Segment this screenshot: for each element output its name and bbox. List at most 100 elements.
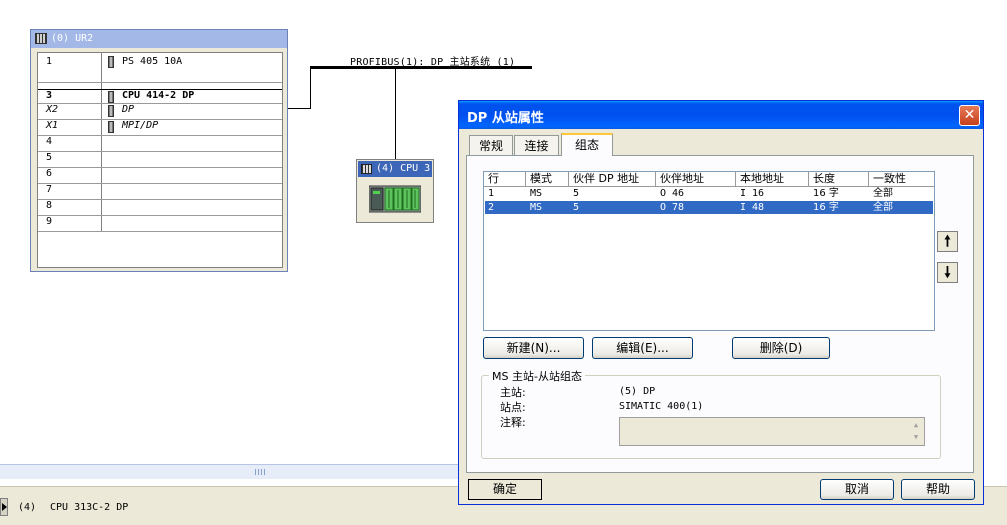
rack-slot-table[interactable]: 1 PS 405 10A 3 CPU 414-2 DP X2 DP X1 MPI/DP 4 5 6 7… bbox=[37, 52, 283, 268]
station-label: 站点: bbox=[500, 401, 526, 414]
cell-mode: MS bbox=[530, 202, 543, 213]
delete-button[interactable]: 删除(D) bbox=[732, 337, 830, 359]
slot-number: X1 bbox=[46, 120, 59, 131]
rack-slot-row[interactable]: 4 bbox=[38, 136, 282, 152]
cell-consistency: 全部 bbox=[873, 188, 893, 199]
slot-number: 6 bbox=[46, 168, 53, 179]
bus-connector-line bbox=[310, 66, 311, 109]
module-name: MPI/DP bbox=[122, 120, 159, 131]
column-divider bbox=[101, 53, 102, 82]
cell-length: 16 字 bbox=[813, 188, 839, 199]
column-divider bbox=[101, 120, 102, 135]
rack-icon bbox=[35, 33, 47, 44]
bus-connector-line bbox=[288, 108, 311, 109]
station-small-icon bbox=[361, 164, 372, 174]
cell-length: 16 字 bbox=[813, 202, 839, 213]
cell-partner-address: O 78 bbox=[660, 202, 685, 213]
rack-slot-row[interactable]: 1 PS 405 10A bbox=[38, 53, 282, 83]
move-down-button[interactable]: 🠗 bbox=[937, 262, 958, 283]
profibus-line[interactable] bbox=[310, 66, 532, 69]
scroll-down-icon[interactable]: ▼ bbox=[910, 432, 922, 443]
master-value: (5) DP bbox=[619, 386, 656, 397]
cell-partner-dp: 5 bbox=[573, 202, 580, 213]
help-button[interactable]: 帮助 bbox=[901, 479, 975, 500]
tab-configuration[interactable]: 组态 bbox=[561, 133, 613, 156]
column-header-partner-dp-address[interactable]: 伙伴 DP 地址 bbox=[569, 172, 656, 187]
slot-number: 7 bbox=[46, 184, 53, 195]
close-icon[interactable]: ✕ bbox=[959, 105, 980, 126]
detail-slot: (4) bbox=[18, 502, 37, 513]
edit-button[interactable]: 编辑(E)... bbox=[592, 337, 693, 359]
scroll-up-icon[interactable]: ▲ bbox=[910, 420, 922, 431]
slot-number: 1 bbox=[46, 56, 53, 67]
arrow-down-icon: 🠗 bbox=[944, 263, 951, 281]
rack-slot-row[interactable]: 7 bbox=[38, 184, 282, 200]
cell-local-address: I 16 bbox=[740, 188, 765, 199]
module-icon bbox=[108, 56, 114, 68]
column-divider bbox=[101, 136, 102, 151]
dp-slave-station[interactable]: (4) CPU 3 bbox=[356, 159, 434, 223]
column-divider bbox=[101, 83, 102, 89]
column-header-row[interactable]: 行 bbox=[484, 172, 526, 187]
cell-consistency: 全部 bbox=[873, 202, 893, 213]
tab-connection[interactable]: 连接 bbox=[514, 135, 559, 155]
slot-number: 5 bbox=[46, 152, 53, 163]
detail-module-name: CPU 313C-2 DP bbox=[50, 502, 129, 513]
dialog-title: DP 从站属性 bbox=[467, 111, 544, 126]
group-title: MS 主站-从站组态 bbox=[489, 368, 585, 384]
interface-icon bbox=[108, 121, 114, 133]
column-divider bbox=[101, 184, 102, 199]
rack-slot-row[interactable]: 6 bbox=[38, 168, 282, 184]
tab-general[interactable]: 常规 bbox=[469, 135, 513, 155]
cell-partner-address: O 46 bbox=[660, 188, 685, 199]
station-title: (4) CPU 3 bbox=[376, 163, 431, 174]
comment-label: 注释: bbox=[500, 416, 526, 429]
column-divider bbox=[101, 168, 102, 183]
rack-slot-row[interactable] bbox=[38, 83, 282, 90]
cpu-module-icon bbox=[108, 91, 114, 103]
column-header-length[interactable]: 长度 bbox=[809, 172, 869, 187]
move-up-button[interactable]: 🠕 bbox=[937, 231, 958, 252]
column-divider bbox=[101, 90, 102, 103]
cell-partner-dp: 5 bbox=[573, 188, 580, 199]
rack-slot-row[interactable]: 9 bbox=[38, 216, 282, 232]
comment-field[interactable]: ▲ ▼ bbox=[619, 417, 925, 446]
slot-number: 3 bbox=[46, 90, 53, 101]
rack-title: (0) UR2 bbox=[51, 33, 94, 44]
rack-slot-row[interactable]: 8 bbox=[38, 200, 282, 216]
new-button[interactable]: 新建(N)... bbox=[483, 337, 584, 359]
cell-local-address: I 48 bbox=[740, 202, 765, 213]
rack-title-bar[interactable]: (0) UR2 bbox=[31, 30, 287, 48]
rack-slot-row[interactable]: X1 MPI/DP bbox=[38, 120, 282, 136]
rack-slot-row[interactable]: 3 CPU 414-2 DP bbox=[38, 90, 282, 104]
horizontal-scrollbar[interactable] bbox=[0, 464, 460, 479]
station-value: SIMATIC 400(1) bbox=[619, 401, 704, 412]
rack-window[interactable]: (0) UR2 1 PS 405 10A 3 CPU 414-2 DP X2 DP X1 MP… bbox=[30, 29, 288, 272]
expand-arrow-icon[interactable] bbox=[0, 498, 8, 516]
cell-row: 2 bbox=[488, 202, 495, 213]
module-name: DP bbox=[122, 104, 135, 115]
column-header-mode[interactable]: 模式 bbox=[526, 172, 569, 187]
column-divider bbox=[101, 216, 102, 231]
column-divider bbox=[101, 104, 102, 119]
module-name: PS 405 10A bbox=[122, 56, 183, 67]
cancel-button[interactable]: 取消 bbox=[820, 479, 894, 500]
scrollbar-grip[interactable] bbox=[255, 469, 265, 475]
slot-number: 9 bbox=[46, 216, 53, 227]
dialog-title-bar[interactable]: DP 从站属性 ✕ bbox=[459, 101, 983, 129]
slot-number: 8 bbox=[46, 200, 53, 211]
column-header-consistency[interactable]: 一致性 bbox=[869, 172, 934, 187]
cell-mode: MS bbox=[530, 188, 543, 199]
column-header-partner-address[interactable]: 伙伴地址 bbox=[656, 172, 736, 187]
dp-slave-properties-dialog[interactable]: DP 从站属性 ✕ 常规 连接 组态 行 模式 伙伴 DP 地址 伙伴地址 本地… bbox=[458, 100, 984, 505]
column-header-local-address[interactable]: 本地地址 bbox=[736, 172, 809, 187]
arrow-up-icon: 🠕 bbox=[944, 232, 951, 250]
ok-button[interactable]: 确定 bbox=[468, 479, 542, 500]
column-divider bbox=[101, 152, 102, 167]
interface-icon bbox=[108, 105, 114, 117]
bus-connector-line bbox=[395, 69, 396, 159]
configuration-table[interactable]: 行 模式 伙伴 DP 地址 伙伴地址 本地地址 长度 一致性 1 MS 5 O … bbox=[483, 171, 935, 331]
rack-slot-row[interactable]: X2 DP bbox=[38, 104, 282, 120]
module-name: CPU 414-2 DP bbox=[122, 90, 195, 101]
rack-slot-row[interactable]: 5 bbox=[38, 152, 282, 168]
